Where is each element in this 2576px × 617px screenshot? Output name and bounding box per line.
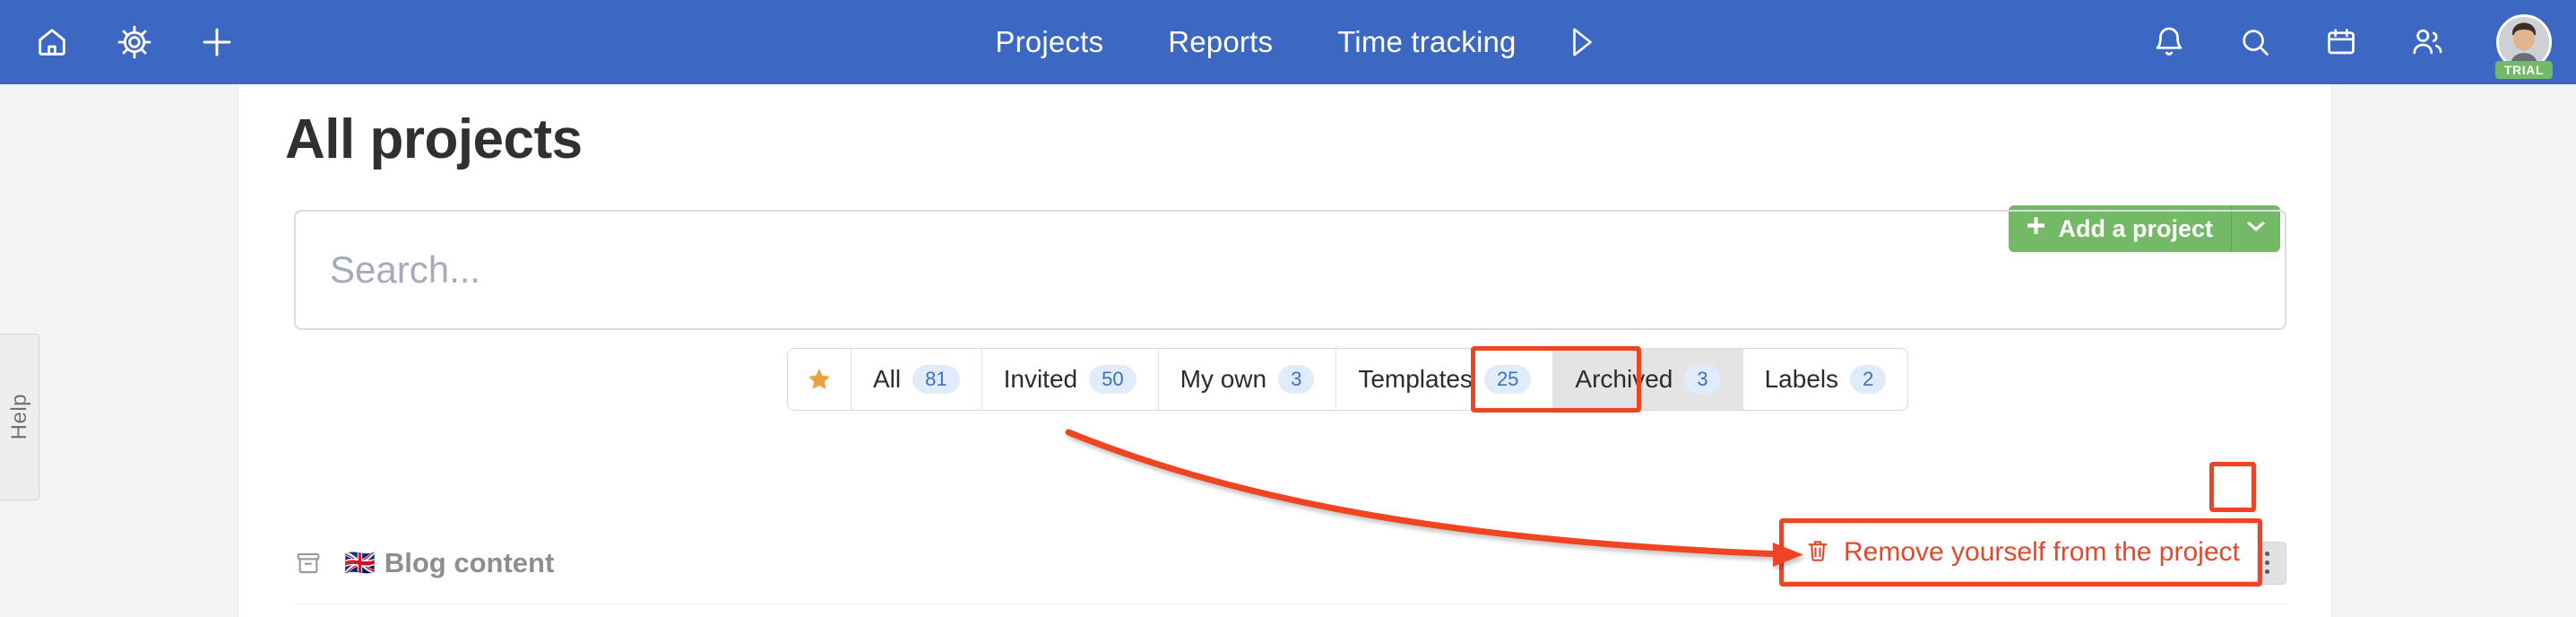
topbar-left-icons	[0, 0, 258, 84]
tab-label: My own	[1180, 365, 1267, 393]
flag-uk-emoji: 🇬🇧	[344, 549, 376, 577]
help-tab-label: Help	[6, 394, 31, 440]
nav-item-projects[interactable]: Projects	[963, 25, 1136, 59]
tab-count: 3	[1684, 365, 1721, 394]
tab-invited[interactable]: Invited 50	[982, 349, 1159, 410]
tab-my-own[interactable]: My own 3	[1159, 349, 1337, 410]
table-row[interactable]: Plavba kolem světa ⛵ 06_2024_01 ?	[294, 604, 2286, 617]
avatar[interactable]: TRIAL	[2485, 0, 2563, 84]
tab-label: Invited	[1003, 365, 1078, 393]
settings-gear-icon[interactable]	[93, 0, 176, 84]
star-icon	[808, 369, 830, 389]
right-gutter	[2332, 84, 2576, 617]
plus-add-icon[interactable]	[176, 0, 258, 84]
trash-icon	[1804, 537, 1831, 569]
nav-item-reports[interactable]: Reports	[1136, 25, 1305, 59]
context-menu: Remove yourself from the project	[1784, 523, 2258, 582]
tab-label: Templates	[1358, 365, 1473, 393]
tab-templates[interactable]: Templates 25	[1336, 349, 1554, 410]
home-icon[interactable]	[11, 0, 93, 84]
topbar-right-icons: TRIAL	[2128, 0, 2576, 84]
project-name-blog-content[interactable]: 🇬🇧 Blog content	[344, 547, 554, 579]
trial-badge: TRIAL	[2494, 61, 2554, 79]
search-icon[interactable]	[2214, 0, 2296, 84]
tab-all[interactable]: All 81	[851, 349, 982, 410]
tab-count: 25	[1483, 365, 1532, 394]
tab-favorites[interactable]	[788, 349, 851, 410]
tab-count: 3	[1278, 365, 1315, 394]
remove-yourself-menu-item[interactable]: Remove yourself from the project	[1844, 537, 2240, 568]
project-filter-tabs: All 81 Invited 50 My own 3 Templates 25 …	[787, 348, 1909, 411]
play-timer-icon[interactable]	[1549, 24, 1613, 60]
calendar-icon[interactable]	[2300, 0, 2382, 84]
tab-count: 50	[1089, 365, 1137, 394]
tab-label: Labels	[1764, 365, 1839, 393]
bell-notifications-icon[interactable]	[2128, 0, 2210, 84]
tab-label: All	[873, 365, 902, 393]
search-placeholder: Search...	[330, 248, 481, 291]
project-name-label: Blog content	[384, 546, 555, 578]
archive-box-icon	[294, 549, 344, 578]
help-tab[interactable]: Help	[0, 334, 39, 500]
search-input[interactable]: Search...	[294, 210, 2286, 330]
tab-labels[interactable]: Labels 2	[1743, 349, 1908, 410]
top-navigation-bar: Projects Reports Time tracking TRIAL	[0, 0, 2576, 84]
tab-archived[interactable]: Archived 3	[1553, 349, 1743, 410]
tab-count: 81	[912, 365, 960, 394]
tab-label: Archived	[1575, 365, 1673, 393]
people-contacts-icon[interactable]	[2386, 0, 2468, 84]
tab-count: 2	[1850, 365, 1887, 394]
nav-item-time-tracking[interactable]: Time tracking	[1305, 25, 1548, 59]
app-window: Projects Reports Time tracking TRIAL Hel…	[0, 0, 2576, 617]
page-title: All projects	[285, 109, 583, 170]
